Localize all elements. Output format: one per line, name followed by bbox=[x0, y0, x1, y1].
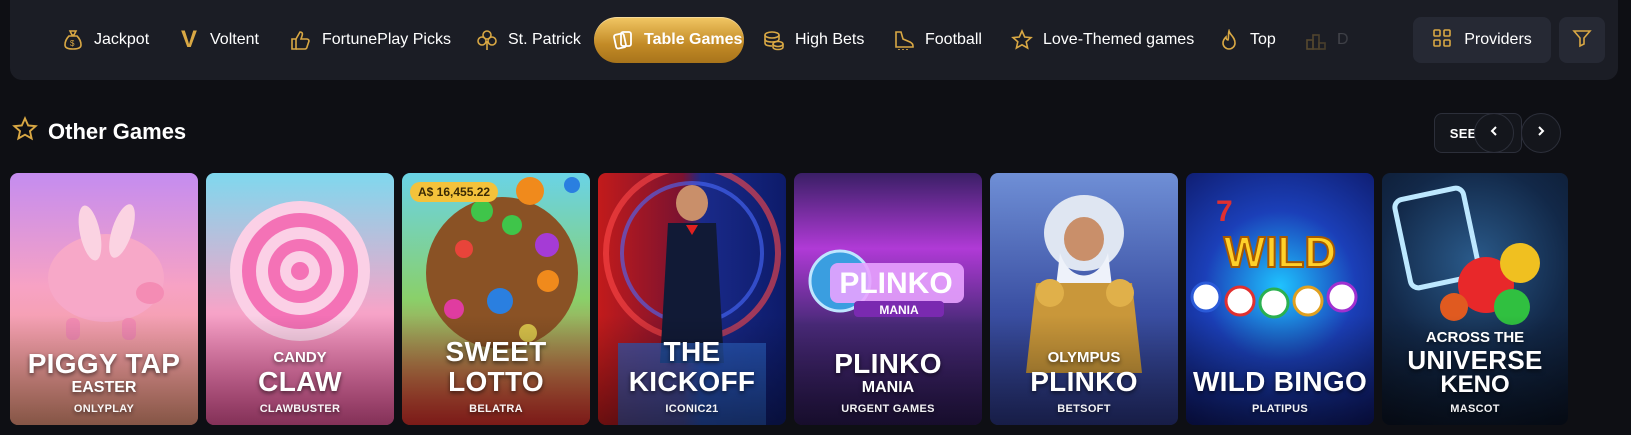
game-provider: BELATRA bbox=[469, 403, 523, 415]
voltent-logo-icon: V bbox=[180, 26, 197, 53]
svg-text:$: $ bbox=[70, 39, 75, 48]
thumbs-up-icon bbox=[290, 29, 312, 51]
category-jackpot[interactable]: $ Jackpot bbox=[62, 17, 149, 63]
category-football[interactable]: Football bbox=[893, 17, 982, 63]
game-title: UNIVERSE bbox=[1407, 345, 1543, 375]
card-text: OLYMPUS PLINKO BETSOFT bbox=[990, 349, 1178, 415]
star-icon bbox=[1011, 29, 1033, 51]
star-icon bbox=[12, 116, 38, 148]
game-provider: URGENT GAMES bbox=[841, 403, 935, 415]
cards-icon bbox=[612, 29, 634, 51]
game-title-sub: KENO bbox=[1440, 371, 1510, 398]
game-title: WILD BINGO bbox=[1192, 366, 1368, 397]
category-label: Table Games bbox=[644, 31, 743, 48]
filter-button[interactable] bbox=[1559, 17, 1605, 63]
category-label: Voltent bbox=[210, 31, 259, 48]
category-label: Top bbox=[1250, 31, 1276, 48]
game-card-candy-claw[interactable]: CANDY CLAW CLAWBUSTER bbox=[206, 173, 394, 425]
game-provider: BETSOFT bbox=[1057, 403, 1111, 415]
game-card-across-the-universe-keno[interactable]: ACROSS THE UNIVERSE KENO MASCOT bbox=[1382, 173, 1568, 425]
game-provider: ONLYPLAY bbox=[73, 403, 135, 415]
game-card-sweet-lotto[interactable]: A$ 16,455.22 SWEET LOTTO BELATRA bbox=[402, 173, 590, 425]
card-text: SWEET LOTTO BELATRA bbox=[402, 336, 590, 416]
category-top[interactable]: Top bbox=[1218, 17, 1276, 63]
category-st-patrick[interactable]: St. Patrick bbox=[476, 17, 581, 63]
game-title: PLINKO bbox=[1030, 366, 1138, 397]
jackpot-badge: A$ 16,455.22 bbox=[410, 182, 499, 202]
clover-icon bbox=[476, 29, 498, 51]
providers-button[interactable]: Providers bbox=[1413, 17, 1551, 63]
svg-text:WILD: WILD bbox=[1224, 228, 1336, 277]
game-provider: CLAWBUSTER bbox=[259, 403, 341, 415]
category-voltent[interactable]: V Voltent bbox=[178, 17, 259, 63]
game-card-wild-bingo[interactable]: WILD 7 WILD BINGO PLATIPUS bbox=[1186, 173, 1374, 425]
grid-icon bbox=[1432, 28, 1452, 53]
category-label: Football bbox=[925, 31, 982, 48]
category-label: FortunePlay Picks bbox=[322, 31, 451, 48]
game-provider: PLATIPUS bbox=[1252, 403, 1308, 415]
game-card-olympus-plinko[interactable]: OLYMPUS PLINKO BETSOFT bbox=[990, 173, 1178, 425]
section-title: Other Games bbox=[48, 119, 187, 144]
card-text: ACROSS THE UNIVERSE KENO MASCOT bbox=[1382, 329, 1568, 415]
next-button[interactable] bbox=[1521, 113, 1561, 153]
card-text: WILD BINGO PLATIPUS bbox=[1186, 366, 1374, 416]
category-high-bets[interactable]: High Bets bbox=[763, 17, 864, 63]
game-title: PIGGY TAP bbox=[27, 348, 181, 379]
game-title: CLAW bbox=[258, 366, 342, 397]
card-text: CANDY CLAW CLAWBUSTER bbox=[206, 349, 394, 415]
game-title-sub: MANIA bbox=[861, 379, 915, 396]
game-provider: MASCOT bbox=[1450, 403, 1500, 415]
scroll-fade bbox=[1300, 0, 1410, 80]
game-card-the-kickoff[interactable]: THE KICKOFF ICONIC21 bbox=[598, 173, 786, 425]
category-label: Jackpot bbox=[94, 31, 150, 48]
money-bag-icon: $ bbox=[62, 29, 84, 51]
game-title-sub: EASTER bbox=[71, 379, 137, 396]
category-label: Love-Themed games bbox=[1043, 31, 1195, 48]
flame-icon bbox=[1218, 29, 1240, 51]
game-provider: ICONIC21 bbox=[665, 403, 719, 415]
chevron-left-icon bbox=[1488, 124, 1500, 142]
category-label: St. Patrick bbox=[508, 31, 581, 48]
card-text: PIGGY TAP EASTER ONLYPLAY bbox=[10, 348, 198, 416]
boot-icon bbox=[893, 29, 915, 51]
card-text: THE KICKOFF ICONIC21 bbox=[598, 336, 786, 416]
game-card-plinko-mania[interactable]: PLINKO MANIA PLINKO MANIA URGENT GAMES bbox=[794, 173, 982, 425]
chevron-right-icon bbox=[1535, 124, 1547, 142]
game-title: SWEET LOTTO bbox=[445, 336, 547, 397]
card-text: PLINKO MANIA URGENT GAMES bbox=[794, 348, 982, 416]
category-label: High Bets bbox=[795, 31, 865, 48]
prev-button[interactable] bbox=[1474, 113, 1514, 153]
game-title: THE KICKOFF bbox=[628, 336, 756, 397]
category-table-games[interactable]: Table Games bbox=[594, 17, 744, 63]
category-love-themed[interactable]: Love-Themed games bbox=[1011, 17, 1194, 63]
svg-text:7: 7 bbox=[1216, 195, 1233, 228]
game-title-top: CANDY bbox=[273, 349, 327, 366]
svg-text:PLINKO: PLINKO bbox=[839, 267, 952, 300]
providers-label: Providers bbox=[1464, 31, 1532, 48]
game-title-top: OLYMPUS bbox=[1047, 349, 1121, 366]
game-title: PLINKO bbox=[834, 348, 942, 379]
game-card-piggy-tap[interactable]: PIGGY TAP EASTER ONLYPLAY bbox=[10, 173, 198, 425]
section-header: Other Games bbox=[12, 116, 186, 148]
coins-icon bbox=[763, 29, 785, 51]
filter-icon bbox=[1572, 28, 1592, 53]
category-fortuneplay-picks[interactable]: FortunePlay Picks bbox=[290, 17, 451, 63]
